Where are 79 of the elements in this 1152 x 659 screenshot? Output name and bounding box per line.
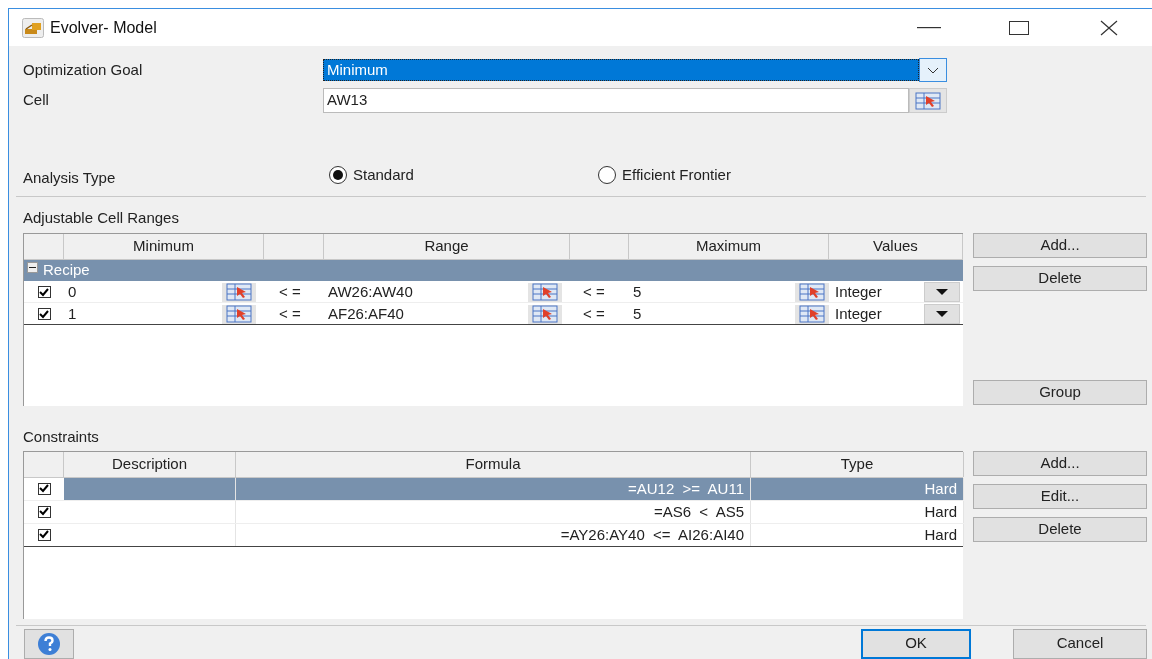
range-picker-icon (799, 305, 825, 324)
section-title: Adjustable Cell Ranges (22, 207, 180, 228)
close-icon (1100, 19, 1118, 36)
side-button[interactable]: Add... (973, 233, 1147, 258)
table-cell-text: < = (278, 282, 302, 302)
range-picker-icon (226, 283, 252, 302)
table-cell-text: Integer (835, 304, 882, 324)
range-picker-icon (226, 305, 252, 324)
column-header[interactable]: Type (751, 451, 964, 477)
minimize-icon (917, 26, 941, 29)
range-picker-button[interactable] (528, 282, 562, 302)
caret-icon (936, 289, 948, 296)
checkbox[interactable] (37, 482, 51, 495)
ok-button[interactable]: OK (861, 628, 971, 659)
radio-label[interactable]: Efficient Frontier (622, 164, 731, 187)
constraint-row[interactable]: =AS6 < AS5 Hard (24, 500, 963, 524)
table-cell-text: 1 (68, 304, 77, 324)
range-picker-button[interactable] (795, 282, 829, 302)
collapse-icon[interactable] (27, 262, 38, 273)
caret-icon (936, 311, 948, 318)
field-label: Optimization Goal (23, 59, 144, 80)
side-button[interactable]: Delete (973, 516, 1147, 542)
group-label: Recipe (43, 260, 90, 281)
chevron-down-icon (927, 66, 939, 74)
help-button[interactable] (24, 628, 74, 659)
table-cell-text: < = (582, 282, 606, 302)
range-picker-icon (532, 283, 558, 302)
maximize-icon (1009, 20, 1029, 35)
table-cell-text: AW26:AW40 (328, 282, 413, 302)
table-cell-text: Integer (835, 282, 882, 302)
table-cell-text: 5 (633, 304, 642, 324)
radio-button[interactable] (598, 166, 616, 185)
cell-field[interactable]: AW13 (323, 88, 909, 113)
column-header[interactable]: Maximum (629, 234, 829, 259)
table-cell-text: =AY26:AY40 <= AI26:AI40 (560, 524, 744, 545)
table-cell-text: < = (278, 304, 302, 324)
field-label: Cell (23, 90, 50, 111)
radio-label[interactable]: Standard (353, 164, 414, 187)
checkbox[interactable] (37, 505, 51, 518)
range-picker-button[interactable] (222, 304, 256, 324)
column-header[interactable]: Values (829, 234, 963, 259)
side-button[interactable]: Edit... (973, 483, 1147, 509)
dropdown-button[interactable] (924, 282, 960, 303)
range-picker-button[interactable] (222, 282, 256, 302)
column-header[interactable]: Description (64, 451, 236, 477)
cancel-button[interactable]: Cancel (1013, 628, 1147, 659)
column-header[interactable]: Range (324, 234, 570, 259)
constraint-row[interactable]: =AY26:AY40 <= AI26:AI40 Hard (24, 523, 963, 547)
range-picker-icon (532, 305, 558, 324)
table-cell-text: 0 (68, 282, 77, 302)
side-button[interactable]: Delete (973, 266, 1147, 291)
range-picker-icon (799, 283, 825, 302)
range-picker-button[interactable] (909, 88, 947, 113)
range-picker-button[interactable] (795, 304, 829, 324)
checkbox[interactable] (37, 308, 51, 321)
checkbox[interactable] (37, 286, 51, 299)
column-header[interactable]: Formula (236, 451, 751, 477)
table-cell-text: =AU12 >= AU11 (627, 478, 744, 499)
dropdown-button[interactable] (924, 304, 960, 325)
checkbox[interactable] (37, 528, 51, 541)
field-label: Analysis Type (23, 168, 117, 188)
side-button[interactable]: Group (973, 380, 1147, 405)
app-icon (22, 17, 44, 38)
table-cell-text: Hard (924, 501, 957, 522)
table-cell-text: < = (582, 304, 606, 324)
table-cell-text: AF26:AF40 (328, 304, 404, 324)
side-button[interactable]: Add... (973, 450, 1147, 476)
goal-combobox[interactable]: Minimum (323, 59, 919, 81)
table-cell-text: 5 (633, 282, 642, 302)
table-cell-text: Hard (924, 524, 957, 545)
section-title: Constraints (22, 427, 100, 447)
help-icon (37, 631, 61, 656)
table-cell-text: =AS6 < AS5 (653, 501, 744, 522)
window-title: Evolver- Model (50, 17, 157, 38)
range-picker-icon (915, 91, 941, 110)
column-header[interactable]: Minimum (64, 234, 264, 259)
radio-button[interactable] (329, 166, 347, 185)
range-picker-button[interactable] (528, 304, 562, 324)
table-cell-text: Hard (924, 478, 957, 499)
